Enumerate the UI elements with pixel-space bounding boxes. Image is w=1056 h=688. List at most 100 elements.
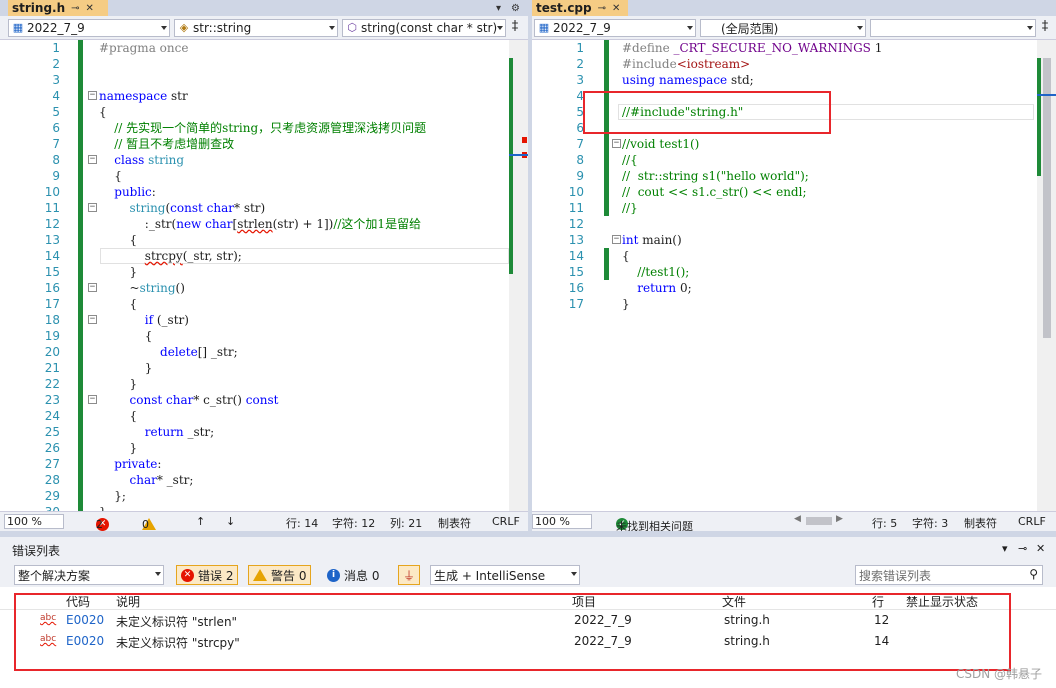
chevron-down-icon[interactable]: ▾: [1002, 542, 1008, 555]
errors-filter-button[interactable]: ✕ 错误 2: [176, 565, 239, 585]
eol-mode[interactable]: CRLF: [1018, 515, 1046, 528]
code-line[interactable]: }: [99, 440, 138, 456]
horizontal-scrollbar[interactable]: ◀ ▶: [794, 514, 844, 527]
code-line[interactable]: //}: [622, 200, 638, 216]
code-line[interactable]: // cout << s1.c_str() << endl;: [622, 184, 807, 200]
close-icon[interactable]: ✕: [1036, 542, 1045, 555]
code-line[interactable]: const char* c_str() const: [99, 392, 279, 408]
close-icon[interactable]: ✕: [86, 3, 94, 14]
fold-toggle-icon[interactable]: −: [88, 315, 97, 324]
line-number: 22: [44, 377, 60, 391]
line-number: 21: [44, 361, 60, 375]
code-line[interactable]: private:: [99, 456, 161, 472]
code-line[interactable]: char* _str;: [99, 472, 194, 488]
split-icon[interactable]: ‡: [508, 19, 522, 37]
pin-icon[interactable]: ⊸: [1018, 542, 1027, 555]
warnings-filter-button[interactable]: 警告 0: [248, 565, 312, 585]
code-line[interactable]: return _str;: [99, 424, 214, 440]
fold-toggle-icon[interactable]: −: [612, 235, 621, 244]
member-combo[interactable]: [870, 19, 1036, 37]
fold-toggle-icon[interactable]: −: [88, 155, 97, 164]
code-line[interactable]: //test1();: [622, 264, 689, 280]
code-line[interactable]: {: [99, 104, 107, 120]
member-combo[interactable]: ⬡ string(const char * str): [342, 19, 506, 37]
highlight-box-errors: [14, 593, 1011, 671]
fold-toggle-icon[interactable]: −: [88, 395, 97, 404]
scroll-right-icon[interactable]: ▶: [836, 514, 843, 524]
scope-filter-select[interactable]: 整个解决方案: [14, 565, 164, 585]
code-line[interactable]: // str::string s1("hello world");: [622, 168, 809, 184]
scroll-left-icon[interactable]: ◀: [794, 514, 801, 524]
code-line[interactable]: delete[] _str;: [99, 344, 238, 360]
scroll-caret-marker: [1037, 94, 1056, 96]
code-line[interactable]: using namespace std;: [622, 72, 754, 88]
code-line[interactable]: {: [99, 168, 122, 184]
scope-combo[interactable]: (全局范围): [700, 19, 866, 37]
code-line[interactable]: return 0;: [622, 280, 691, 296]
messages-filter-button[interactable]: i 消息 0: [322, 565, 384, 585]
tab-mode[interactable]: 制表符: [438, 515, 471, 531]
left-code-editor[interactable]: 1 #pragma once 2 3 4 namespace str 5{6 // 先实现一…: [0, 40, 509, 511]
project-combo[interactable]: ▦ 2022_7_9: [8, 19, 170, 37]
left-vertical-scrollbar[interactable]: [509, 40, 528, 511]
code-line[interactable]: {: [99, 328, 153, 344]
code-line[interactable]: namespace str: [99, 88, 188, 104]
scroll-thumb[interactable]: [806, 517, 832, 525]
tab-test-cpp[interactable]: test.cpp ⊸ ✕: [532, 0, 628, 16]
fold-toggle-icon[interactable]: −: [88, 283, 97, 292]
tab-mode[interactable]: 制表符: [964, 515, 997, 531]
left-tabbar: string.h ⊸ ✕ ▾ ⚙: [0, 0, 528, 16]
zoom-select[interactable]: 100 %: [532, 514, 592, 529]
code-line[interactable]: };: [99, 488, 126, 504]
fold-toggle-icon[interactable]: −: [88, 91, 97, 100]
project-combo[interactable]: ▦ 2022_7_9: [534, 19, 696, 37]
zoom-select[interactable]: 100 %: [4, 514, 64, 529]
info-icon: i: [327, 568, 340, 582]
fold-toggle-icon[interactable]: −: [612, 139, 621, 148]
close-icon[interactable]: ✕: [612, 3, 620, 14]
code-line[interactable]: //{: [622, 152, 638, 168]
code-line[interactable]: #include<iostream>: [622, 56, 750, 72]
code-line[interactable]: }: [99, 504, 107, 511]
nav-up-icon[interactable]: ↑: [196, 515, 205, 528]
split-icon[interactable]: ‡: [1038, 19, 1052, 37]
code-line[interactable]: #pragma once: [99, 40, 188, 56]
code-line[interactable]: }: [99, 264, 138, 280]
chevron-down-icon[interactable]: ▾: [496, 3, 501, 14]
code-line[interactable]: if (_str): [99, 312, 189, 328]
line-number: 19: [44, 329, 60, 343]
code-line[interactable]: {: [99, 296, 138, 312]
code-line[interactable]: {: [99, 408, 138, 424]
code-line[interactable]: }: [622, 296, 630, 312]
scroll-thumb[interactable]: [1043, 58, 1051, 338]
code-line[interactable]: ~string(): [99, 280, 185, 296]
code-line[interactable]: {: [99, 232, 138, 248]
error-list-title: 错误列表: [12, 544, 61, 558]
code-line[interactable]: :_str(new char[strlen(str) + 1])//这个加1是留…: [99, 216, 421, 232]
pin-icon[interactable]: ⊸: [71, 3, 79, 14]
scope-combo[interactable]: ◈ str::string: [174, 19, 338, 37]
tab-string-h[interactable]: string.h ⊸ ✕: [8, 0, 108, 16]
code-line[interactable]: int main(): [622, 232, 682, 248]
code-line[interactable]: {: [622, 248, 630, 264]
build-filter-select[interactable]: 生成 + IntelliSense: [430, 565, 580, 585]
fold-toggle-icon[interactable]: −: [88, 203, 97, 212]
code-line[interactable]: }: [99, 360, 153, 376]
gear-icon[interactable]: ⚙: [511, 3, 520, 14]
search-input[interactable]: 搜索错误列表 ⚲: [855, 565, 1043, 585]
nav-down-icon[interactable]: ↓: [226, 515, 235, 528]
code-line[interactable]: strcpy(_str, str);: [99, 248, 242, 264]
code-line[interactable]: public:: [99, 184, 156, 200]
code-line[interactable]: class string: [99, 152, 184, 168]
code-line[interactable]: }: [99, 376, 138, 392]
eol-mode[interactable]: CRLF: [492, 515, 520, 528]
filter-icon[interactable]: ⏚: [398, 565, 420, 585]
line-number: 28: [44, 473, 60, 487]
code-line[interactable]: //void test1(): [622, 136, 699, 152]
code-line[interactable]: string(const char* str): [99, 200, 266, 216]
right-vertical-scrollbar[interactable]: [1037, 40, 1056, 511]
pin-icon[interactable]: ⊸: [598, 3, 606, 14]
code-line[interactable]: // 先实现一个简单的string，只考虑资源管理深浅拷贝问题: [99, 120, 426, 136]
code-line[interactable]: // 暂且不考虑增删查改: [99, 136, 234, 152]
code-line[interactable]: #define _CRT_SECURE_NO_WARNINGS 1: [622, 40, 882, 56]
